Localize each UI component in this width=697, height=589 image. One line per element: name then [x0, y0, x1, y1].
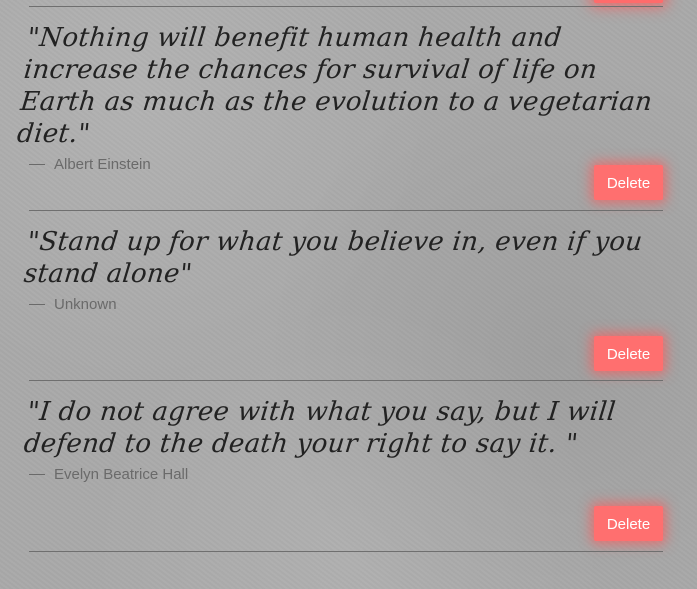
author-name: Evelyn Beatrice Hall	[54, 466, 189, 483]
quote-author: Evelyn Beatrice Hall	[29, 466, 663, 483]
author-name: Unknown	[54, 296, 117, 313]
author-dash	[29, 304, 45, 305]
author-dash	[29, 474, 45, 475]
author-name: Albert Einstein	[54, 156, 151, 173]
quote-text: "Nothing will benefit human health and i…	[15, 23, 654, 149]
previous-delete-button[interactable]	[594, 0, 663, 3]
divider	[29, 6, 663, 7]
author-dash	[29, 164, 45, 165]
quote-author: Albert Einstein	[29, 156, 663, 173]
delete-button[interactable]: Delete	[594, 506, 663, 541]
delete-button[interactable]: Delete	[594, 165, 663, 200]
quote-text: "Stand up for what you believe in, even …	[22, 227, 645, 289]
delete-button[interactable]: Delete	[594, 336, 663, 371]
quote-author: Unknown	[29, 296, 663, 313]
quote-card: "Nothing will benefit human health and i…	[16, 22, 663, 211]
divider	[29, 551, 663, 552]
quote-card: "I do not agree with what you say, but I…	[22, 396, 663, 552]
divider	[29, 380, 663, 381]
divider	[29, 210, 663, 211]
quote-card: "Stand up for what you believe in, even …	[22, 226, 663, 381]
quote-text: "I do not agree with what you say, but I…	[22, 397, 618, 459]
